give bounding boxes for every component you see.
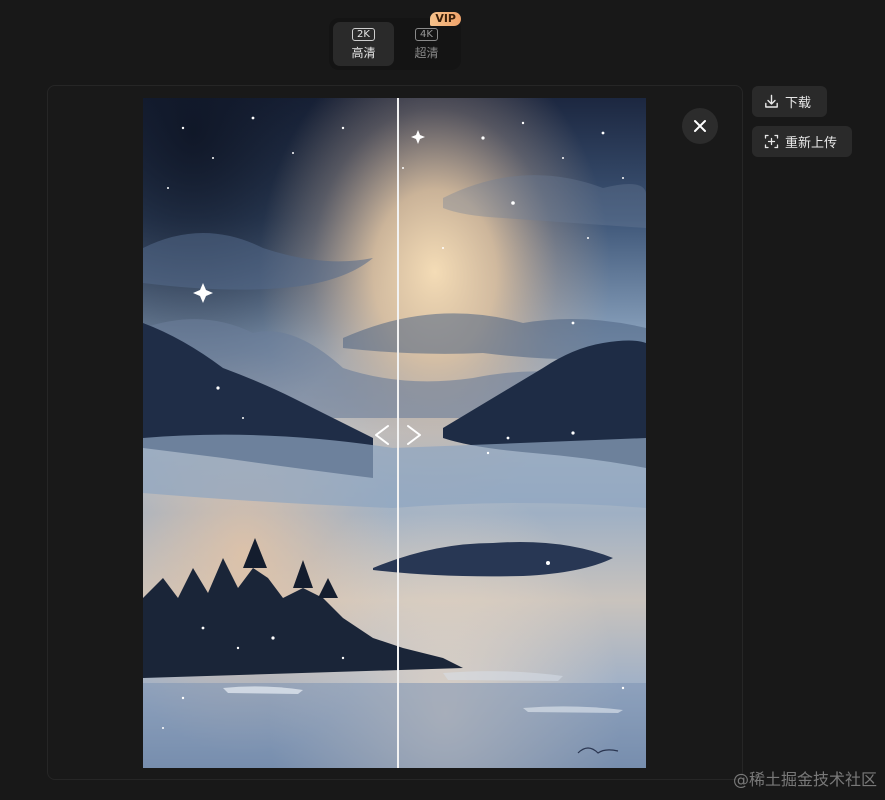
quality-toggle: 2K 高清 VIP 4K 超清 [329,12,461,70]
quality-option-4k[interactable]: VIP 4K 超清 [396,12,461,66]
upload-frame-icon [764,134,779,149]
download-icon [765,94,778,108]
close-button[interactable] [682,108,718,144]
resolution-chip-2k: 2K [352,27,375,41]
download-button[interactable]: 下载 [752,86,827,117]
quality-option-2k[interactable]: 2K 高清 [333,22,394,66]
quality-label-2k: 高清 [351,45,376,60]
vip-badge: VIP [430,12,461,26]
watermark: @稀土掘金技术社区 [732,770,877,789]
comparison-drag-handle[interactable] [372,420,424,450]
download-label: 下载 [785,96,812,111]
reupload-label: 重新上传 [785,136,838,151]
chevron-left-right-icon [375,425,421,445]
quality-label-4k: 超清 [414,45,439,60]
reupload-button[interactable]: 重新上传 [752,126,852,157]
image-enhance-page: 2K 高清 VIP 4K 超清 下载 重新上传 @稀土掘金技术社区 [0,0,885,800]
close-icon [694,120,706,132]
resolution-chip-4k: 4K [415,27,438,41]
